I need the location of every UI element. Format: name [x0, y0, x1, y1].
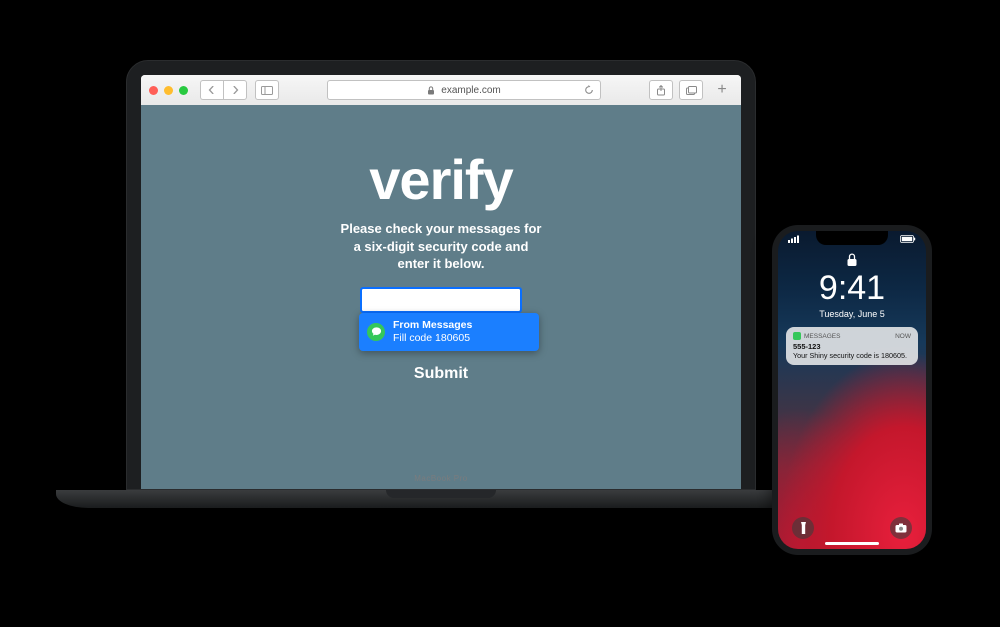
macbook: example.com + [126, 60, 756, 508]
iphone-notch [816, 231, 888, 245]
lockscreen-date: Tuesday, June 5 [778, 309, 926, 319]
lock-icon [427, 86, 435, 95]
macbook-hinge-notch [386, 490, 496, 498]
macbook-lid: example.com + [126, 60, 756, 490]
back-button[interactable] [200, 80, 223, 100]
page-subtitle: Please check your messages for a six-dig… [341, 220, 542, 273]
iphone: 9:41 Tuesday, June 5 MESSAGES now 555-12… [772, 225, 932, 555]
share-icon [656, 85, 666, 96]
fullscreen-window-button[interactable] [179, 86, 188, 95]
autofill-text: From Messages Fill code 180605 [393, 319, 472, 345]
sidebar-icon [261, 86, 273, 95]
camera-icon [895, 523, 907, 533]
nav-back-forward [200, 80, 247, 100]
camera-button[interactable] [890, 517, 912, 539]
lockscreen-shortcuts [778, 517, 926, 539]
notification-body: Your Shiny security code is 180605. [793, 351, 911, 360]
close-window-button[interactable] [149, 86, 158, 95]
address-bar[interactable]: example.com [327, 80, 601, 100]
submit-button[interactable]: Submit [414, 365, 468, 383]
reload-button[interactable] [584, 85, 594, 95]
minimize-window-button[interactable] [164, 86, 173, 95]
lockscreen-notification[interactable]: MESSAGES now 555-123 Your Shiny security… [786, 327, 918, 365]
forward-button[interactable] [223, 80, 247, 100]
page-title: verify [369, 147, 512, 212]
reload-icon [584, 85, 594, 95]
lockscreen-time-block: 9:41 Tuesday, June 5 [778, 269, 926, 319]
macbook-base: MacBook Pro [56, 490, 826, 508]
device-marketing-stage: example.com + [0, 0, 1000, 627]
share-button[interactable] [649, 80, 673, 100]
safari-toolbar: example.com + [141, 75, 741, 106]
messages-app-icon [793, 332, 801, 340]
sidebar-button[interactable] [255, 80, 279, 100]
url-host: example.com [441, 85, 500, 96]
notification-sender: 555-123 [793, 342, 911, 351]
macbook-screen: example.com + [141, 75, 741, 489]
tabs-button[interactable] [679, 80, 703, 100]
messages-app-icon [367, 323, 385, 341]
code-input-wrap: From Messages Fill code 180605 [362, 289, 520, 311]
lock-icon [847, 253, 858, 267]
signal-icon [788, 235, 802, 249]
new-tab-button[interactable]: + [711, 79, 733, 101]
toolbar-right [649, 80, 703, 100]
home-indicator[interactable] [825, 542, 879, 545]
notification-app-name: MESSAGES [804, 333, 840, 340]
macbook-model-label: MacBook Pro [414, 474, 468, 483]
battery-icon [900, 235, 916, 249]
verify-page: verify Please check your messages for a … [141, 105, 741, 489]
chevron-left-icon [208, 86, 216, 94]
autofill-suggestion[interactable]: From Messages Fill code 180605 [359, 313, 539, 351]
flashlight-icon [799, 522, 808, 534]
window-traffic-lights [149, 86, 188, 95]
lockscreen-time: 9:41 [778, 269, 926, 308]
tabs-icon [686, 86, 697, 95]
notification-timestamp: now [895, 333, 911, 340]
flashlight-button[interactable] [792, 517, 814, 539]
chevron-right-icon [231, 86, 239, 94]
iphone-lockscreen: 9:41 Tuesday, June 5 MESSAGES now 555-12… [778, 231, 926, 549]
notification-header: MESSAGES now [793, 332, 911, 340]
security-code-input[interactable] [362, 289, 520, 311]
